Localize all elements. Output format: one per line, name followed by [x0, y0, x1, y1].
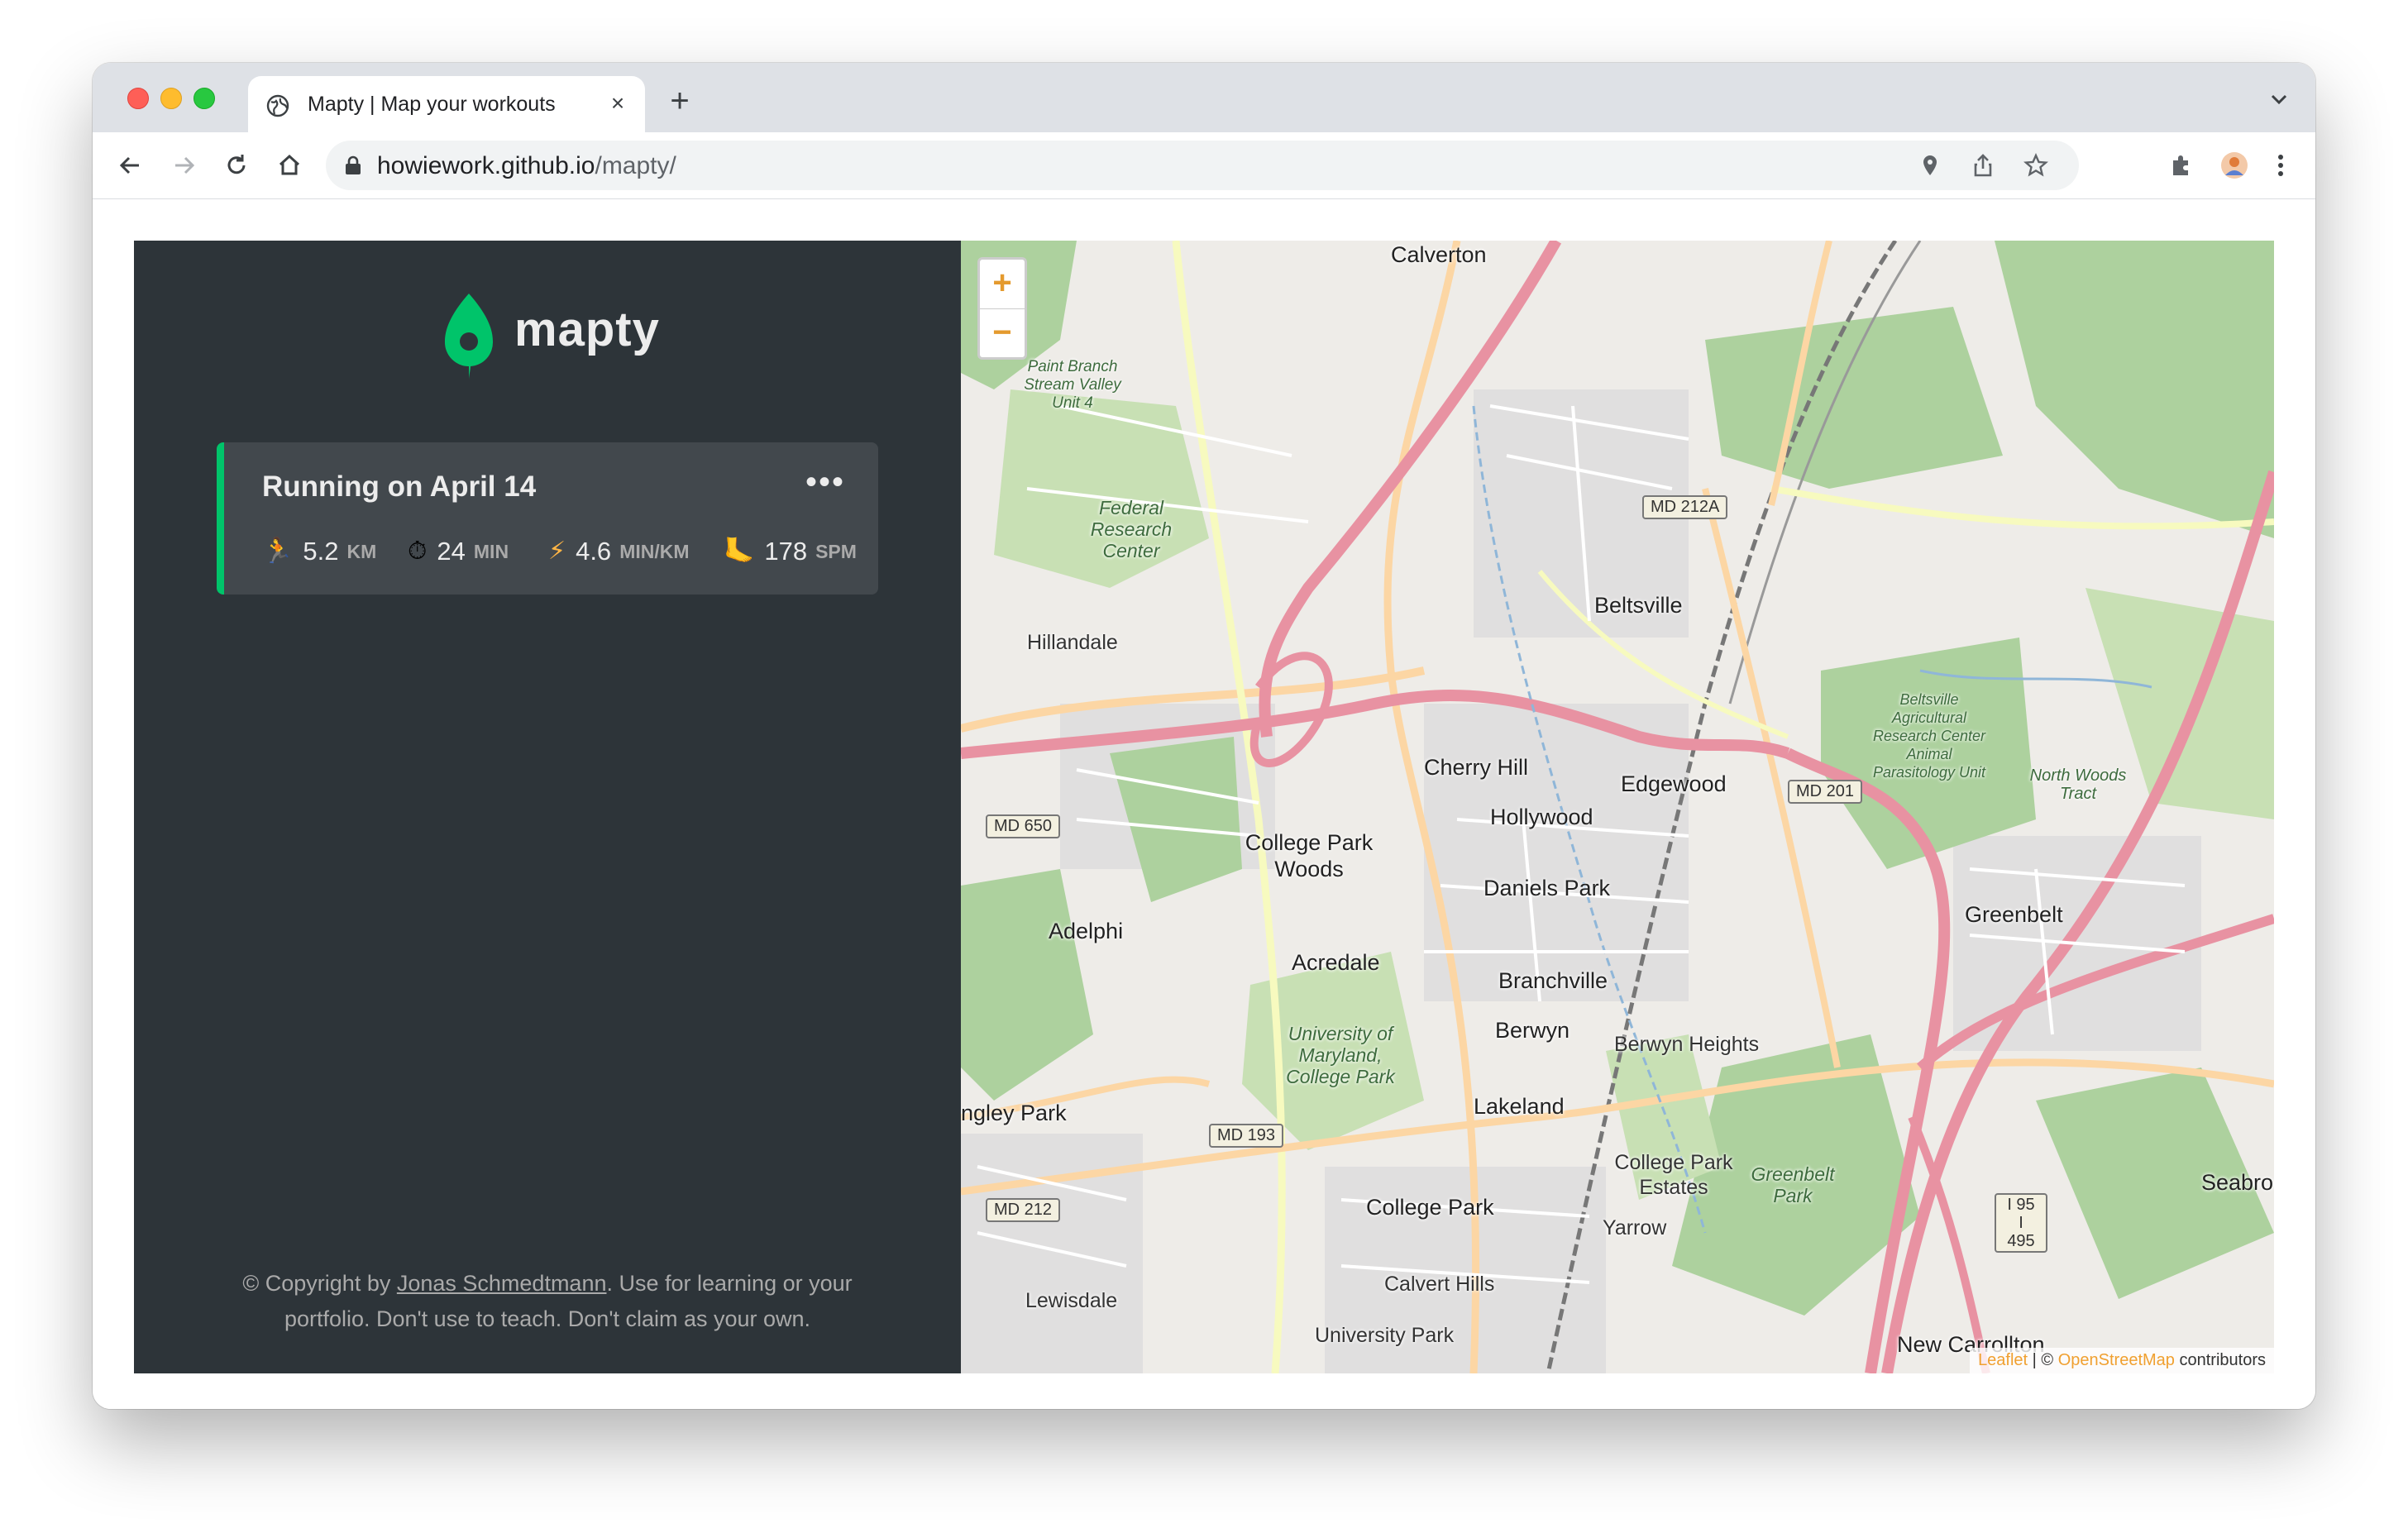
new-tab-button[interactable]: + — [662, 83, 698, 119]
close-window-button[interactable] — [127, 88, 149, 109]
place-label: Beltsville — [1594, 593, 1683, 618]
area-label: University of Maryland, College Park — [1286, 1023, 1395, 1087]
area-label: Paint Branch Stream Valley Unit 4 — [1024, 358, 1121, 412]
route-shield: MD 201 — [1788, 780, 1863, 804]
workout-detail-distance: 🏃 5.2 KM — [262, 533, 376, 570]
distance-value: 5.2 — [303, 537, 339, 566]
place-label: Hollywood — [1490, 805, 1593, 829]
duration-unit: MIN — [473, 540, 509, 562]
address-bar[interactable]: howiework.github.io/mapty/ — [326, 141, 2079, 190]
map[interactable]: Calverton Beltsville Hillandale Cherry H… — [961, 241, 2274, 1373]
place-label: College Park — [1366, 1195, 1494, 1220]
pace-unit: MIN/KM — [619, 540, 690, 562]
place-label: Branchville — [1498, 968, 1608, 993]
workout-detail-duration: ⏱ 24 MIN — [408, 533, 509, 570]
place-label: College Park Estates — [1614, 1151, 1733, 1199]
area-label: Beltsville Agricultural Research Center … — [1872, 691, 1986, 781]
logo: mapty — [440, 290, 688, 381]
globe-icon — [266, 94, 289, 117]
footprint-icon: 🦶 — [724, 537, 755, 565]
lightning-icon: ⚡ — [548, 537, 566, 565]
url-text: howiework.github.io/mapty/ — [377, 152, 676, 179]
cadence-unit: SPM — [815, 540, 857, 562]
zoom-in-button[interactable]: + — [980, 260, 1025, 308]
place-label: Berwyn — [1495, 1018, 1570, 1043]
sidebar: mapty Running on April 14 ••• 🏃 5.2 KM ⏱… — [134, 241, 961, 1373]
place-label: Acredale — [1292, 950, 1380, 975]
place-label: Edgewood — [1621, 771, 1727, 796]
place-label: Cherry Hill — [1424, 755, 1529, 780]
extensions-puzzle-icon[interactable] — [2167, 150, 2196, 180]
place-label: University Park — [1315, 1324, 1455, 1347]
leaflet-link[interactable]: Leaflet — [1978, 1351, 2028, 1369]
place-label: Yarrow — [1603, 1216, 1667, 1239]
workout-detail-pace: ⚡ 4.6 MIN/KM — [548, 533, 690, 570]
workout-card[interactable]: Running on April 14 ••• 🏃 5.2 KM ⏱ 24 MI… — [217, 442, 878, 595]
chevron-down-icon[interactable] — [2264, 84, 2294, 114]
forward-arrow-icon[interactable] — [165, 147, 202, 184]
browser-menu-icon[interactable] — [2266, 150, 2296, 180]
copyright-text: © Copyright by Jonas Schmedtmann. Use fo… — [217, 1266, 878, 1337]
logo-text: mapty — [514, 303, 660, 356]
area-label: Greenbelt Park — [1751, 1163, 1835, 1206]
workout-title: Running on April 14 — [262, 470, 537, 503]
share-icon[interactable] — [1970, 152, 1996, 179]
duration-value: 24 — [437, 537, 466, 566]
running-icon: 🏃 — [262, 537, 294, 565]
attribution-separator: | © — [2028, 1351, 2058, 1369]
route-shield: MD 193 — [1209, 1124, 1284, 1148]
place-label: Calverton — [1391, 242, 1487, 267]
home-icon[interactable] — [271, 147, 308, 184]
place-label: Adelphi — [1049, 919, 1124, 943]
place-label: ngley Park — [961, 1101, 1067, 1125]
route-shield: I 95 I 495 — [1995, 1193, 2047, 1253]
route-shield: MD 212A — [1642, 495, 1728, 519]
minimize-window-button[interactable] — [160, 88, 182, 109]
area-label: North Woods Tract — [2029, 766, 2127, 803]
openstreetmap-link[interactable]: OpenStreetMap — [2058, 1351, 2175, 1369]
place-label: Lewisdale — [1025, 1289, 1118, 1312]
stopwatch-icon: ⏱ — [408, 537, 428, 565]
cadence-value: 178 — [764, 537, 808, 566]
browser-toolbar: howiework.github.io/mapty/ — [93, 132, 2315, 199]
copyright-prefix: © Copyright by — [242, 1271, 397, 1296]
zoom-control: + − — [977, 257, 1027, 360]
browser-tab-active[interactable]: Mapty | Map your workouts × — [248, 76, 645, 132]
workout-detail-cadence: 🦶 178 SPM — [724, 533, 857, 570]
route-shield: MD 212 — [986, 1198, 1061, 1222]
maximize-window-button[interactable] — [194, 88, 215, 109]
tab-bar: Mapty | Map your workouts × + — [93, 63, 2315, 132]
tab-close-icon[interactable]: × — [604, 89, 632, 117]
place-label: Greenbelt — [1965, 902, 2063, 927]
place-label: Daniels Park — [1484, 876, 1611, 900]
place-label: Berwyn Heights — [1614, 1033, 1760, 1056]
attribution-suffix: contributors — [2174, 1351, 2266, 1369]
pace-value: 4.6 — [576, 537, 612, 566]
zoom-out-button[interactable]: − — [980, 308, 1025, 358]
workout-options-icon[interactable]: ••• — [805, 466, 845, 499]
reload-icon[interactable] — [218, 147, 255, 184]
bookmark-star-icon[interactable] — [2023, 152, 2049, 179]
place-label: Seabroo — [2201, 1170, 2274, 1195]
page-content: mapty Running on April 14 ••• 🏃 5.2 KM ⏱… — [93, 199, 2315, 1409]
area-label: Federal Research Center — [1090, 497, 1173, 561]
place-label: Calvert Hills — [1384, 1273, 1495, 1296]
author-link[interactable]: Jonas Schmedtmann — [397, 1271, 607, 1296]
map-tiles — [961, 241, 2274, 1373]
map-pin-logo-icon — [444, 294, 494, 380]
back-arrow-icon[interactable] — [112, 147, 149, 184]
profile-avatar-icon[interactable] — [2219, 150, 2249, 180]
tab-title: Mapty | Map your workouts — [308, 93, 556, 116]
route-shield: MD 650 — [986, 814, 1061, 838]
lock-icon — [346, 155, 361, 174]
place-label: Lakeland — [1474, 1094, 1565, 1119]
place-label: Hillandale — [1027, 631, 1118, 654]
map-attribution: Leaflet | © OpenStreetMap contributors — [1970, 1348, 2274, 1373]
place-label: College Park Woods — [1245, 830, 1374, 881]
distance-unit: KM — [346, 540, 377, 562]
browser-window: Mapty | Map your workouts × + howiework.… — [93, 63, 2315, 1409]
location-pin-icon[interactable] — [1917, 152, 1943, 179]
